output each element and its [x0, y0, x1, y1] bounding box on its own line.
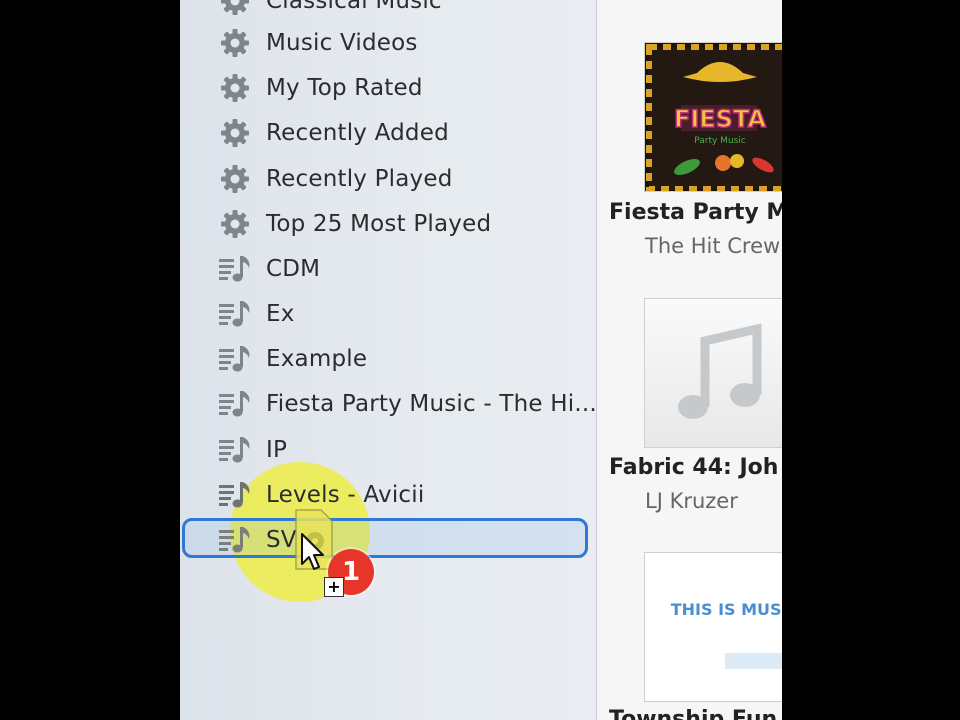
sidebar-item-label: Levels - Avicii — [266, 481, 425, 508]
sidebar-item-cdm[interactable]: CDM — [180, 246, 596, 291]
playlist-icon — [218, 297, 252, 331]
gear-icon — [218, 71, 252, 105]
sidebar-item-label: Top 25 Most Played — [266, 210, 492, 237]
sidebar-item-top-25-most-played[interactable]: Top 25 Most Played — [180, 201, 596, 246]
playlist-icon — [218, 387, 252, 421]
sidebar-item-label: Example — [266, 345, 368, 372]
gear-icon — [218, 0, 252, 18]
sidebar-item-label: Music Videos — [266, 29, 418, 56]
album-artwork — [644, 298, 782, 448]
sidebar-item-label: Ex — [266, 300, 295, 327]
copy-plus-icon: + — [324, 577, 344, 597]
sidebar-item-recently-played[interactable]: Recently Played — [180, 156, 596, 201]
gear-icon — [218, 162, 252, 196]
mouse-pointer-icon — [301, 533, 324, 570]
sidebar-item-music-videos[interactable]: Music Videos — [180, 20, 596, 65]
playlist-icon — [218, 478, 252, 512]
sidebar-item-label: Fiesta Party Music - The Hi... — [266, 390, 597, 417]
album-artist[interactable]: LJ Kruzer — [645, 489, 738, 513]
gear-icon — [218, 207, 252, 241]
music-note-placeholder-icon — [678, 323, 762, 419]
sidebar-item-label: IP — [266, 436, 288, 463]
playlist-icon — [218, 342, 252, 376]
playlist-icon — [218, 252, 252, 286]
sidebar: Classical Music Music Videos My Top Rate… — [180, 0, 597, 720]
album-art-title: THIS IS MUSIC — [671, 600, 782, 619]
sidebar-item-ip[interactable]: IP — [180, 427, 596, 472]
album-artist[interactable]: The Hit Crew — [645, 234, 780, 258]
album-title[interactable]: Fabric 44: Joh — [609, 455, 778, 480]
gear-icon — [218, 116, 252, 150]
itunes-window: Classical Music Music Videos My Top Rate… — [180, 0, 782, 720]
sidebar-item-my-top-rated[interactable]: My Top Rated — [180, 65, 596, 110]
album-title[interactable]: Township Fun — [609, 707, 777, 720]
playlist-icon — [218, 433, 252, 467]
sidebar-item-levels-avicii[interactable]: Levels - Avicii — [180, 472, 596, 517]
album-art-subtitle: Party Music — [694, 136, 746, 146]
sidebar-item-fiesta-party-music[interactable]: Fiesta Party Music - The Hi... — [180, 381, 596, 426]
album-artwork: THIS IS MUSIC — [644, 552, 782, 702]
sidebar-item-label: Recently Played — [266, 165, 453, 192]
playlist-icon — [218, 523, 252, 557]
sidebar-item-label: Recently Added — [266, 119, 449, 146]
sidebar-item-label: Classical Music — [266, 0, 442, 14]
album-grid: FIESTA Party Music Fiesta Party M The Hi… — [597, 0, 782, 720]
sidebar-item-label: My Top Rated — [266, 74, 423, 101]
sidebar-item-ex[interactable]: Ex — [180, 291, 596, 336]
sidebar-item-sv[interactable]: SV — [180, 517, 596, 562]
sidebar-item-label: CDM — [266, 255, 321, 282]
album-art-title: FIESTA — [674, 105, 767, 133]
album-title[interactable]: Fiesta Party M — [609, 200, 782, 225]
album-artwork: FIESTA Party Music — [644, 42, 782, 192]
sidebar-item-example[interactable]: Example — [180, 336, 596, 381]
sidebar-item-recently-added[interactable]: Recently Added — [180, 110, 596, 155]
gear-icon — [218, 26, 252, 60]
